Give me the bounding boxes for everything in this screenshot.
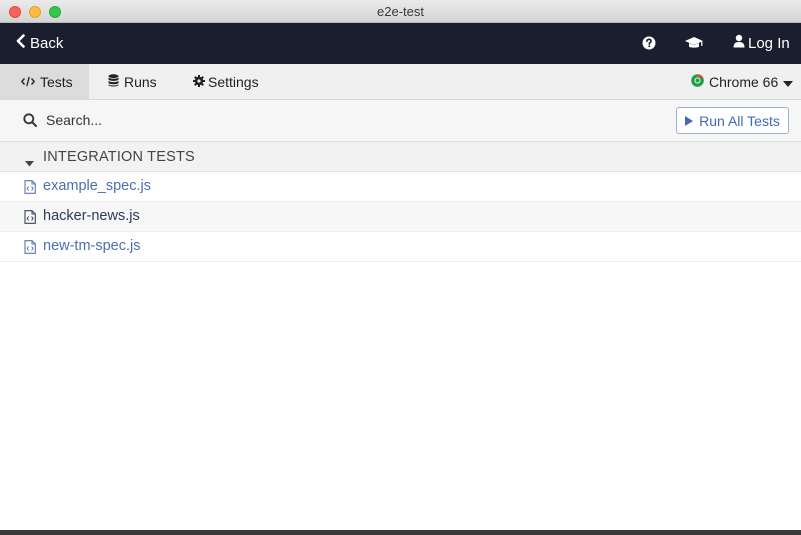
caret-down-icon: [25, 154, 34, 172]
folder-integration-tests[interactable]: INTEGRATION TESTS: [0, 142, 801, 172]
graduation-cap-icon[interactable]: [684, 36, 704, 55]
window-bottom-edge: [0, 530, 801, 535]
spec-name: hacker-news.js: [43, 208, 140, 224]
chevron-left-icon: [16, 34, 25, 52]
spec-name: example_spec.js: [43, 178, 151, 194]
window-title: e2e-test: [377, 4, 424, 19]
file-code-icon: [24, 210, 36, 229]
gear-icon: [193, 74, 205, 90]
code-icon: [20, 74, 36, 90]
database-icon: [108, 73, 119, 90]
spec-item[interactable]: example_spec.js: [0, 172, 801, 202]
caret-down-icon: [783, 74, 794, 90]
title-bar: e2e-test: [0, 0, 801, 23]
login-label: Log In: [748, 34, 790, 52]
browser-select[interactable]: Chrome 66: [691, 64, 794, 99]
back-label: Back: [30, 34, 64, 52]
search-input[interactable]: [44, 108, 448, 132]
spec-name: new-tm-spec.js: [43, 238, 141, 254]
chrome-icon: [691, 73, 704, 90]
app-window: e2e-test Back Log In Tests Runs Settings…: [0, 0, 801, 535]
folder-label: INTEGRATION TESTS: [43, 149, 195, 165]
tab-runs-label: Runs: [124, 73, 157, 90]
run-all-tests-button[interactable]: Run All Tests: [676, 107, 789, 134]
browser-label: Chrome 66: [709, 73, 779, 90]
play-icon: [685, 113, 694, 129]
search-bar: Run All Tests: [0, 100, 801, 142]
back-button[interactable]: Back: [16, 34, 63, 52]
tab-runs[interactable]: Runs: [108, 64, 157, 99]
file-code-icon: [24, 180, 36, 199]
login-button[interactable]: Log In: [733, 34, 790, 52]
spec-item[interactable]: hacker-news.js: [0, 202, 801, 232]
spec-list: example_spec.js hacker-news.js new-tm-sp…: [0, 172, 801, 262]
nav-bar: Tests Runs Settings Chrome 66: [0, 64, 801, 100]
tab-tests-label: Tests: [40, 73, 73, 90]
tab-settings-label: Settings: [208, 73, 259, 90]
search-icon: [23, 113, 37, 132]
question-circle-icon[interactable]: [642, 36, 656, 55]
file-code-icon: [24, 240, 36, 259]
run-all-tests-label: Run All Tests: [699, 112, 780, 129]
user-icon: [733, 34, 745, 52]
app-header: Back Log In: [0, 23, 801, 64]
spec-item[interactable]: new-tm-spec.js: [0, 232, 801, 262]
tab-settings[interactable]: Settings: [193, 64, 259, 99]
tab-tests[interactable]: Tests: [0, 64, 89, 99]
